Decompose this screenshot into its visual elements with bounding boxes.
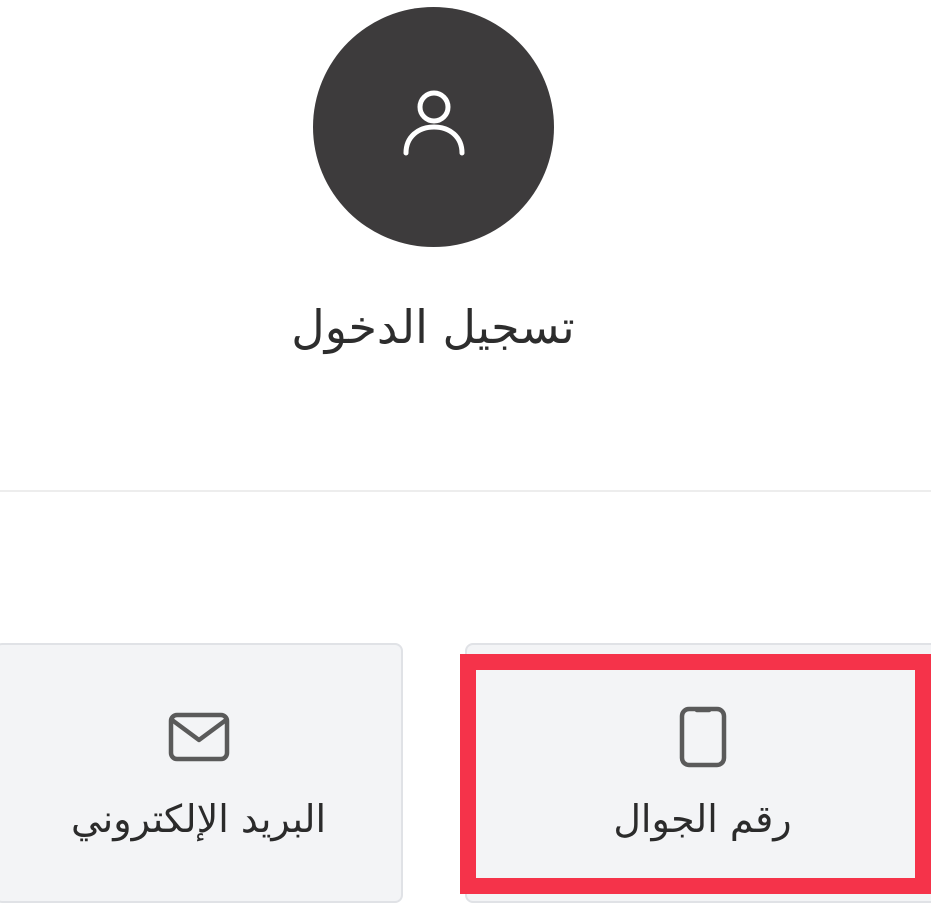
phone-login-option[interactable]: رقم الجوال: [465, 643, 931, 903]
email-login-option[interactable]: البريد الإلكتروني: [0, 643, 403, 903]
envelope-icon: [168, 709, 230, 765]
page-title: تسجيل الدخول: [291, 300, 575, 354]
login-page: تسجيل الدخول البريد الإلكتروني رقم الجوا…: [0, 0, 931, 917]
email-option-label: البريد الإلكتروني: [71, 797, 326, 841]
avatar: [313, 7, 554, 247]
mobile-phone-icon: [679, 706, 727, 768]
phone-option-label: رقم الجوال: [613, 797, 792, 841]
divider: [0, 490, 931, 492]
user-icon: [403, 90, 464, 156]
